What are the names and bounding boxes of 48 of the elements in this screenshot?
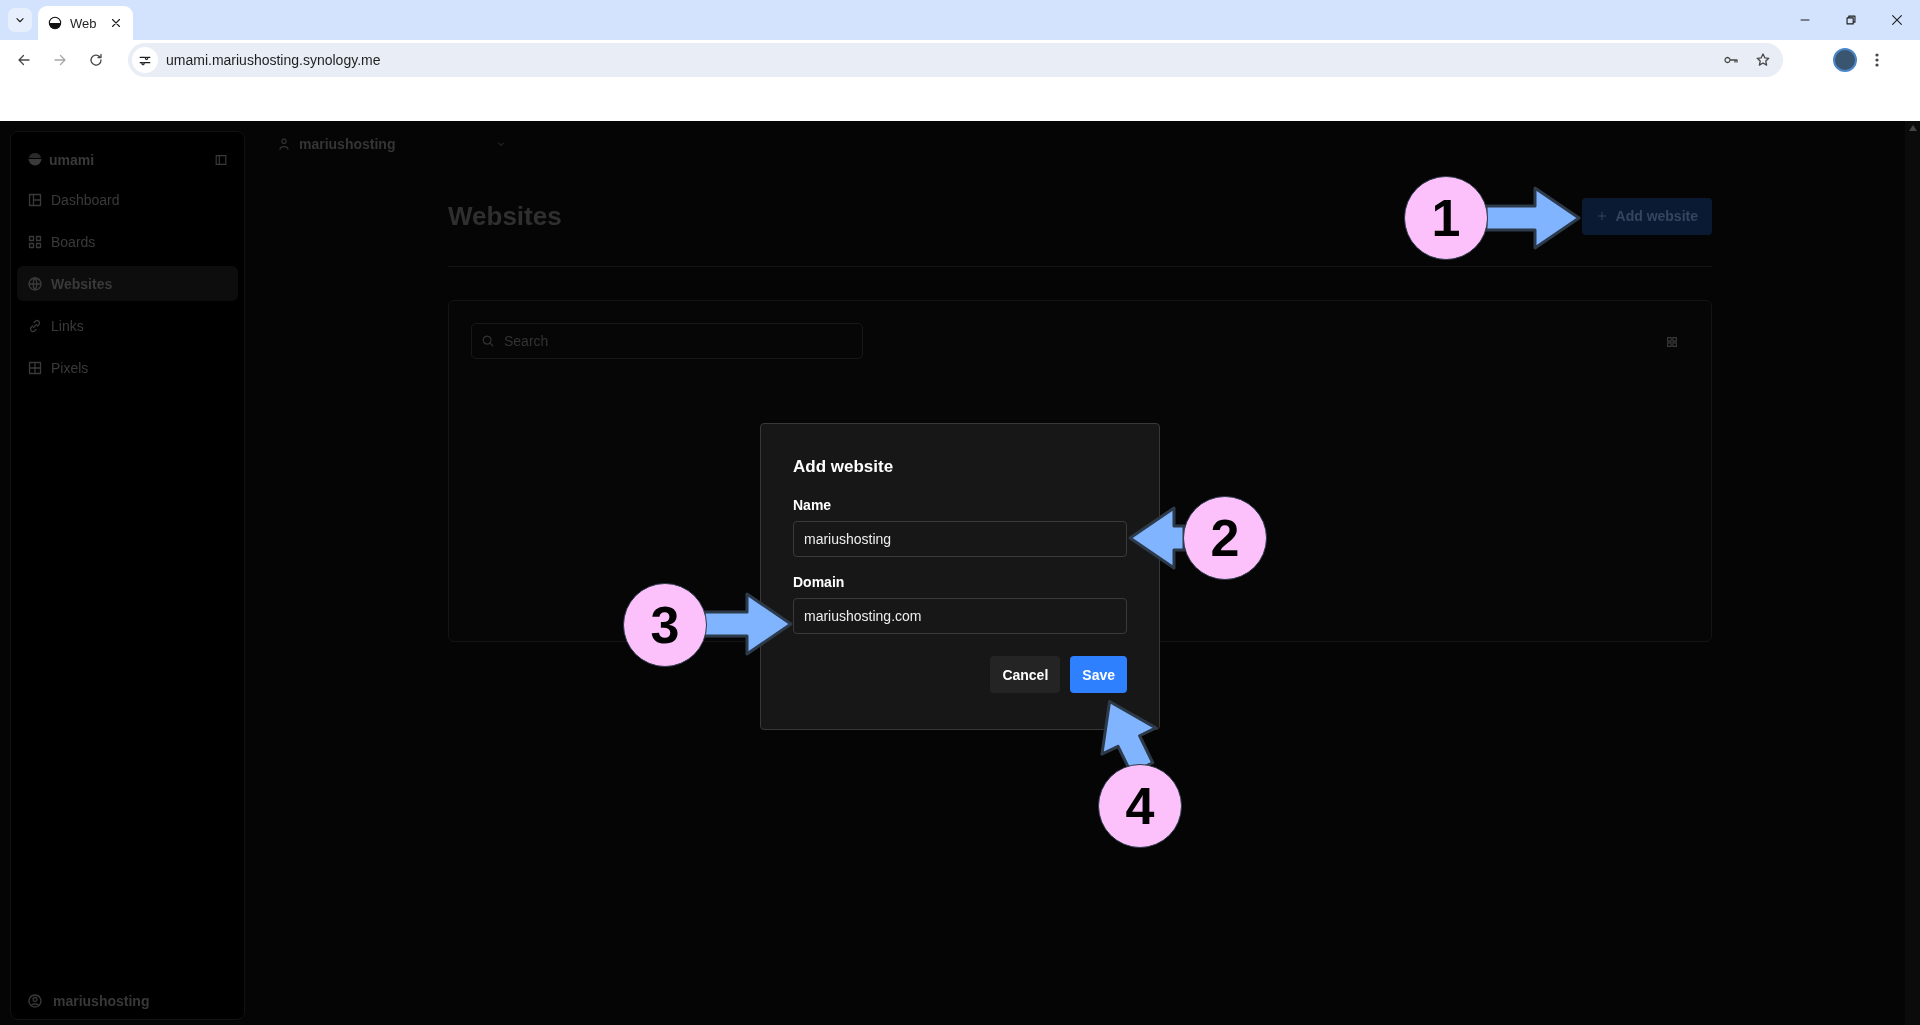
grid-icon: [27, 233, 43, 250]
nav-item[interactable]: Dashboard: [17, 182, 238, 217]
scroll-up-icon: [1908, 125, 1917, 131]
search-icon: [481, 334, 495, 348]
arrow-icon: [1128, 506, 1186, 570]
brand-name: umami: [49, 152, 95, 168]
tab-title: Web: [70, 15, 98, 31]
address-bar[interactable]: umami.mariushosting.synology.me: [128, 43, 1783, 77]
grid-icon: [27, 359, 43, 376]
collapse-sidebar-button[interactable]: [214, 153, 228, 167]
globe-icon: [27, 275, 43, 292]
arrow-icon: [702, 592, 793, 656]
forward-arrow-icon: [52, 52, 68, 68]
close-icon: [1890, 13, 1904, 27]
field-label: Domain: [793, 574, 846, 590]
kebab-menu-icon: [1875, 53, 1879, 67]
close-icon: [109, 16, 123, 30]
nav-item[interactable]: Links: [17, 308, 238, 343]
plus-icon: [1595, 210, 1608, 222]
scrollbar[interactable]: [1905, 121, 1920, 1025]
sidebar-icon: [214, 153, 228, 167]
menu-button[interactable]: [1875, 53, 1879, 67]
arrow-icon: [1484, 186, 1581, 250]
nav-item[interactable]: Pixels: [17, 350, 238, 385]
input-field[interactable]: mariushosting.com: [793, 598, 1127, 634]
nav-item[interactable]: Boards: [17, 224, 238, 259]
reload-icon: [88, 52, 104, 68]
save-button[interactable]: Save: [1070, 656, 1127, 693]
cancel-button[interactable]: Cancel: [990, 656, 1061, 693]
logo-icon: [27, 152, 43, 168]
view-toggle-button[interactable]: [1665, 335, 1679, 349]
input-field[interactable]: mariushosting: [793, 521, 1127, 557]
half-circle-icon: [48, 16, 62, 30]
tab-list-button[interactable]: [8, 8, 32, 32]
field-label: Name: [793, 497, 833, 513]
profile-avatar[interactable]: [1833, 48, 1857, 72]
url-text: umami.mariushosting.synology.me: [166, 52, 382, 68]
star-icon: [1755, 52, 1771, 68]
link-icon: [27, 317, 43, 334]
grid-icon: [1665, 335, 1679, 349]
user-icon: [277, 137, 291, 151]
layout-icon: [27, 191, 43, 208]
dialog-title: Add website: [793, 457, 895, 477]
restore-icon: [1844, 13, 1858, 27]
site-settings-button[interactable]: [132, 47, 158, 73]
browser-tab[interactable]: Web: [38, 6, 133, 40]
user-menu[interactable]: mariushosting: [17, 993, 238, 1009]
back-arrow-icon: [16, 52, 32, 68]
